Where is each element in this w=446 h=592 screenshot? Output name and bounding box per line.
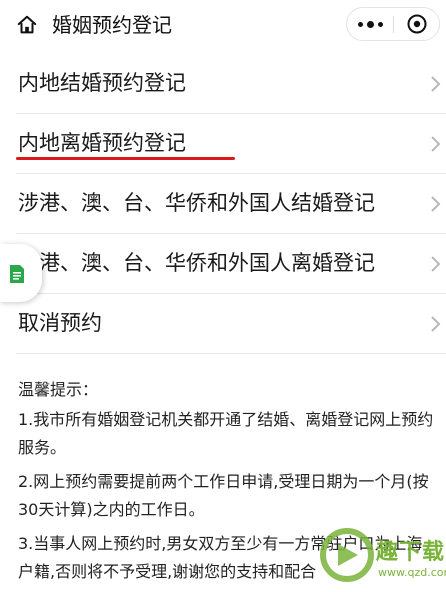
chevron-right-icon [431,136,441,152]
watermark-text: 趣下载 [376,540,446,565]
menu-item-label: 内地离婚预约登记 [18,131,186,155]
mini-program-capsule [346,7,440,41]
menu-item-foreign-divorce[interactable]: 涉港、澳、台、华侨和外国人离婚登记 [16,234,446,294]
close-button[interactable] [394,8,440,40]
chevron-right-icon [431,76,441,92]
menu-item-label: 内地结婚预约登记 [18,71,186,95]
tip-item-2: 2.网上预约需要提前两个工作日申请,受理日期为一个月(按30天计算)之内的工作日… [18,472,429,519]
registration-menu: 内地结婚预约登记 内地离婚预约登记 涉港、澳、台、华侨和外国人结婚登记 涉港、澳… [0,54,446,354]
highlight-underline [16,157,235,160]
menu-item-mainland-divorce[interactable]: 内地离婚预约登记 [16,114,446,174]
menu-item-mainland-marriage[interactable]: 内地结婚预约登记 [16,54,446,114]
more-button[interactable] [347,8,393,40]
menu-item-label: 取消预约 [18,311,102,335]
chevron-right-icon [431,316,441,332]
chevron-right-icon [431,196,441,212]
close-target-icon [407,14,427,34]
site-watermark: 趣下载 www.qzd.com [318,520,446,590]
page-title: 婚姻预约登记 [52,13,172,37]
menu-item-label: 涉港、澳、台、华侨和外国人离婚登记 [18,251,375,275]
chevron-right-icon [431,256,441,272]
tips-heading: 温馨提示： [18,380,99,399]
watermark-url: www.qzd.com [378,566,446,579]
top-bar: 婚姻预约登记 [0,0,446,50]
watermark-logo-icon [320,528,374,582]
more-dots-icon [357,21,363,27]
tip-item-1: 1.我市所有婚姻登记机关都开通了结婚、离婚登记网上预约服务。 [18,410,434,457]
menu-item-cancel-appointment[interactable]: 取消预约 [16,294,446,354]
document-icon [10,265,24,283]
menu-item-foreign-marriage[interactable]: 涉港、澳、台、华侨和外国人结婚登记 [16,174,446,234]
menu-item-label: 涉港、澳、台、华侨和外国人结婚登记 [18,191,375,215]
floating-side-tab[interactable] [0,244,42,302]
home-button[interactable] [14,12,40,38]
home-icon [17,15,37,34]
